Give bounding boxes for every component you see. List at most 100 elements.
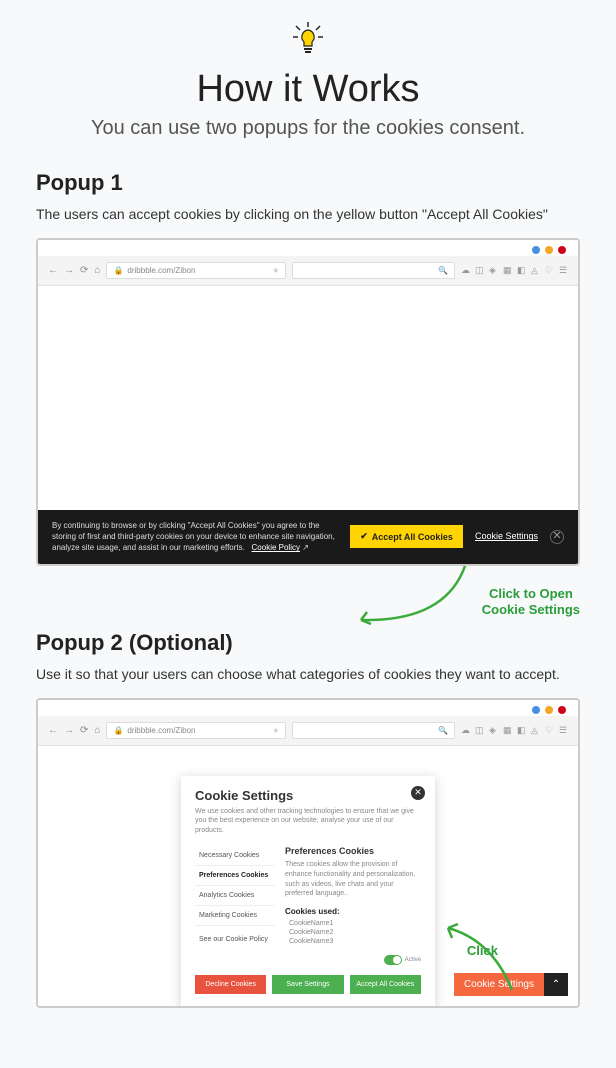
header: How it Works You can use two popups for … [36, 20, 580, 140]
modal-actions: Decline Cookies Save Settings Accept All… [195, 975, 421, 994]
nav-forward-icon[interactable]: → [64, 725, 74, 736]
url-text: dribbble.com/Zibon [127, 726, 195, 735]
tab-preferences[interactable]: Preferences Cookies [195, 866, 275, 886]
cookie-banner: By continuing to browse or by clicking "… [38, 510, 578, 564]
window-dots [38, 700, 578, 716]
modal-tabs: Necessary Cookies Preferences Cookies An… [195, 846, 275, 965]
check-icon: ✔ [360, 531, 368, 542]
camera-icon[interactable]: ◫ [475, 726, 484, 735]
address-bar[interactable]: 🔒 dribbble.com/Zibon ★ [106, 262, 286, 279]
search-icon: 🔍 [438, 266, 448, 275]
star-icon[interactable]: ★ [272, 726, 279, 735]
arrow-icon-1 [355, 562, 475, 632]
tab-policy-link[interactable]: See our Cookie Policy [195, 930, 275, 949]
toggle-label: Active [405, 957, 421, 963]
puzzle-icon[interactable]: ◧ [517, 726, 526, 735]
cookie-row: CookieName2 [285, 929, 421, 936]
tab-marketing[interactable]: Marketing Cookies [195, 906, 275, 926]
heart-icon[interactable]: ♡ [545, 266, 554, 275]
browser-mockup-2: ← → ⟳ ⌂ 🔒 dribbble.com/Zibon ★ 🔍 ☁ ◫ ◈ ▦… [36, 698, 580, 1008]
tab-necessary[interactable]: Necessary Cookies [195, 846, 275, 866]
lock-icon: 🔒 [113, 266, 123, 275]
annotation-1-text: Click to OpenCookie Settings [482, 586, 580, 620]
cloud-icon[interactable]: ☁ [461, 726, 470, 735]
nav-home-icon[interactable]: ⌂ [94, 265, 100, 276]
panel-desc: These cookies allow the provision of enh… [285, 860, 421, 899]
modal-title: Cookie Settings [195, 788, 421, 803]
toolbar-icons: ☁ ◫ ◈ ▦ ◧ ◬ ♡ ☰ [461, 266, 568, 275]
camera-icon[interactable]: ◫ [475, 266, 484, 275]
external-icon: ↗ [302, 543, 309, 552]
menu-icon[interactable]: ☰ [559, 726, 568, 735]
search-icon: 🔍 [438, 726, 448, 735]
window-dot-red [558, 706, 566, 714]
page-title: How it Works [36, 68, 580, 111]
window-dots [38, 240, 578, 256]
shield-icon[interactable]: ◬ [531, 726, 540, 735]
popup1-desc: The users can accept cookies by clicking… [36, 206, 580, 222]
accept-all-cookies-button[interactable]: ✔ Accept All Cookies [350, 525, 463, 548]
search-bar[interactable]: 🔍 [292, 262, 455, 279]
cookies-used-title: Cookies used: [285, 907, 421, 916]
toggle-active[interactable]: Active [285, 955, 421, 965]
chevron-up-icon: ⌃ [552, 979, 560, 990]
accept-all-button[interactable]: Accept All Cookies [350, 975, 421, 994]
pocket-icon[interactable]: ◈ [489, 726, 498, 735]
section-popup2: Popup 2 (Optional) Use it so that your u… [36, 630, 580, 1008]
modal-close-icon[interactable]: ✕ [411, 786, 425, 800]
star-icon[interactable]: ★ [272, 266, 279, 275]
annotation-1: Click to OpenCookie Settings [36, 566, 580, 626]
grid-icon[interactable]: ▦ [503, 266, 512, 275]
popup1-title: Popup 1 [36, 170, 580, 196]
nav-forward-icon[interactable]: → [64, 265, 74, 276]
browser-mockup-1: ← → ⟳ ⌂ 🔒 dribbble.com/Zibon ★ 🔍 ☁ ◫ ◈ ▦ [36, 238, 580, 566]
popup2-desc: Use it so that your users can choose wha… [36, 666, 580, 682]
lightbulb-icon [288, 20, 328, 60]
viewport-2: ✕ Cookie Settings We use cookies and oth… [38, 746, 578, 1006]
pocket-icon[interactable]: ◈ [489, 266, 498, 275]
toggle-switch-icon[interactable] [384, 955, 402, 965]
save-settings-button[interactable]: Save Settings [272, 975, 343, 994]
grid-icon[interactable]: ▦ [503, 726, 512, 735]
nav-reload-icon[interactable]: ⟳ [80, 265, 88, 276]
window-dot-orange [545, 246, 553, 254]
cookie-policy-link[interactable]: Cookie Policy [252, 543, 300, 552]
heart-icon[interactable]: ♡ [545, 726, 554, 735]
decline-cookies-button[interactable]: Decline Cookies [195, 975, 266, 994]
window-dot-orange [545, 706, 553, 714]
window-dot-red [558, 246, 566, 254]
menu-icon[interactable]: ☰ [559, 266, 568, 275]
cookie-settings-modal: ✕ Cookie Settings We use cookies and oth… [181, 776, 435, 1008]
browser-toolbar: ← → ⟳ ⌂ 🔒 dribbble.com/Zibon ★ 🔍 ☁ ◫ ◈ ▦… [38, 716, 578, 746]
panel-title: Preferences Cookies [285, 846, 421, 856]
page-subtitle: You can use two popups for the cookies c… [36, 117, 580, 140]
toolbar-icons: ☁ ◫ ◈ ▦ ◧ ◬ ♡ ☰ [461, 726, 568, 735]
search-bar[interactable]: 🔍 [292, 722, 455, 739]
popup2-title: Popup 2 (Optional) [36, 630, 580, 656]
url-text: dribbble.com/Zibon [127, 266, 195, 275]
nav-back-icon[interactable]: ← [48, 725, 58, 736]
cookie-banner-text: By continuing to browse or by clicking "… [52, 520, 338, 554]
window-dot-blue [532, 246, 540, 254]
cookie-row: CookieName1 [285, 920, 421, 927]
puzzle-icon[interactable]: ◧ [517, 266, 526, 275]
cloud-icon[interactable]: ☁ [461, 266, 470, 275]
window-dot-blue [532, 706, 540, 714]
modal-desc: We use cookies and other tracking techno… [195, 807, 421, 836]
cookie-settings-link[interactable]: Cookie Settings [475, 530, 538, 543]
nav-reload-icon[interactable]: ⟳ [80, 725, 88, 736]
browser-toolbar: ← → ⟳ ⌂ 🔒 dribbble.com/Zibon ★ 🔍 ☁ ◫ ◈ ▦ [38, 256, 578, 286]
shield-icon[interactable]: ◬ [531, 266, 540, 275]
tab-analytics[interactable]: Analytics Cookies [195, 886, 275, 906]
cookie-row: CookieName3 [285, 938, 421, 945]
modal-panel: Preferences Cookies These cookies allow … [275, 846, 421, 965]
nav-home-icon[interactable]: ⌂ [94, 725, 100, 736]
address-bar[interactable]: 🔒 dribbble.com/Zibon ★ [106, 722, 286, 739]
scroll-top-button[interactable]: ⌃ [544, 973, 568, 996]
viewport-1 [38, 286, 578, 510]
section-popup1: Popup 1 The users can accept cookies by … [36, 170, 580, 626]
lock-icon: 🔒 [113, 726, 123, 735]
nav-back-icon[interactable]: ← [48, 265, 58, 276]
arrow-icon-2 [442, 920, 522, 996]
close-banner-icon[interactable]: ✕ [550, 530, 564, 544]
